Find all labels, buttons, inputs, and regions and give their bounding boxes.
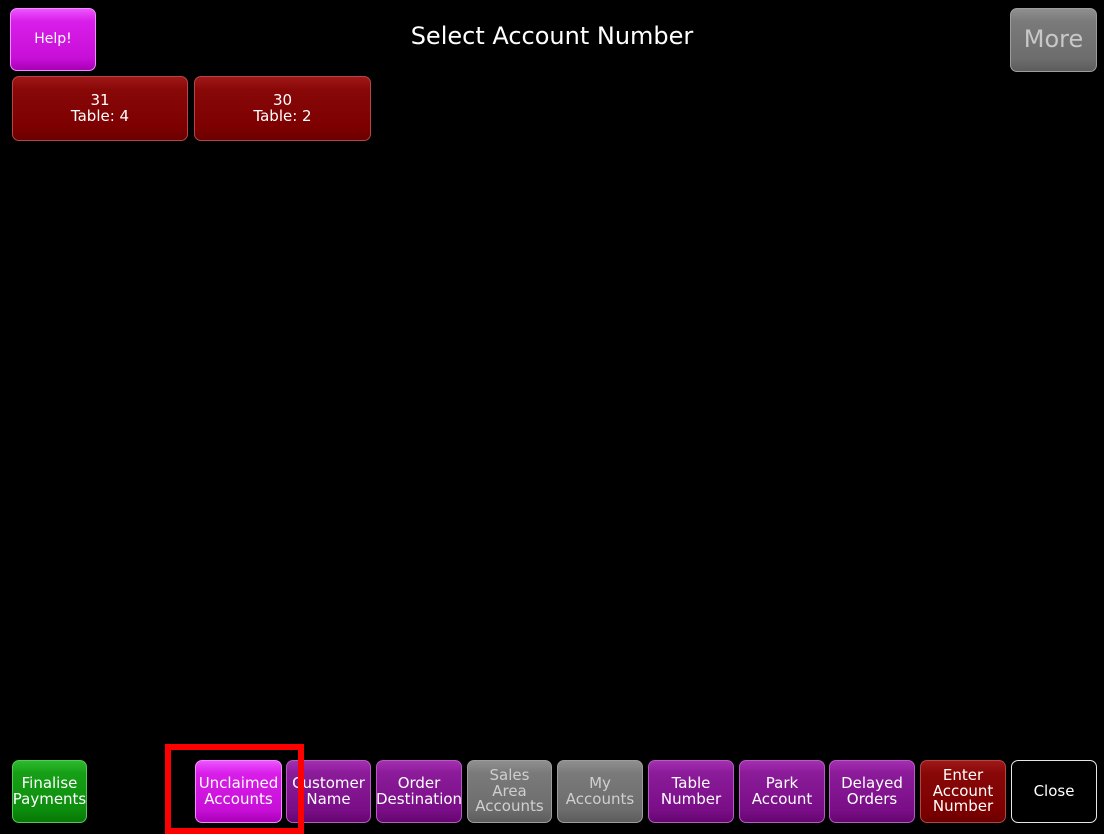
more-button[interactable]: More [1010, 8, 1097, 72]
finalise-payments-button[interactable]: Finalise Payments [12, 760, 87, 823]
enter-account-number-button[interactable]: Enter Account Number [920, 760, 1006, 823]
order-destination-button[interactable]: Order Destination [376, 760, 462, 823]
account-button-30[interactable]: 30 Table: 2 [194, 76, 371, 141]
close-button[interactable]: Close [1011, 760, 1097, 823]
page-title: Select Account Number [410, 22, 694, 50]
customer-name-button[interactable]: Customer Name [286, 760, 371, 823]
delayed-orders-button[interactable]: Delayed Orders [829, 760, 915, 823]
my-accounts-button[interactable]: My Accounts [557, 760, 643, 823]
park-account-button[interactable]: Park Account [739, 760, 825, 823]
table-number-button[interactable]: Table Number [648, 760, 734, 823]
unclaimed-accounts-button[interactable]: Unclaimed Accounts [195, 760, 282, 823]
sales-area-accounts-button[interactable]: Sales Area Accounts [467, 760, 552, 823]
account-button-31[interactable]: 31 Table: 4 [12, 76, 188, 141]
pos-screen: Help! Select Account Number More 31 Tabl… [0, 0, 1104, 834]
